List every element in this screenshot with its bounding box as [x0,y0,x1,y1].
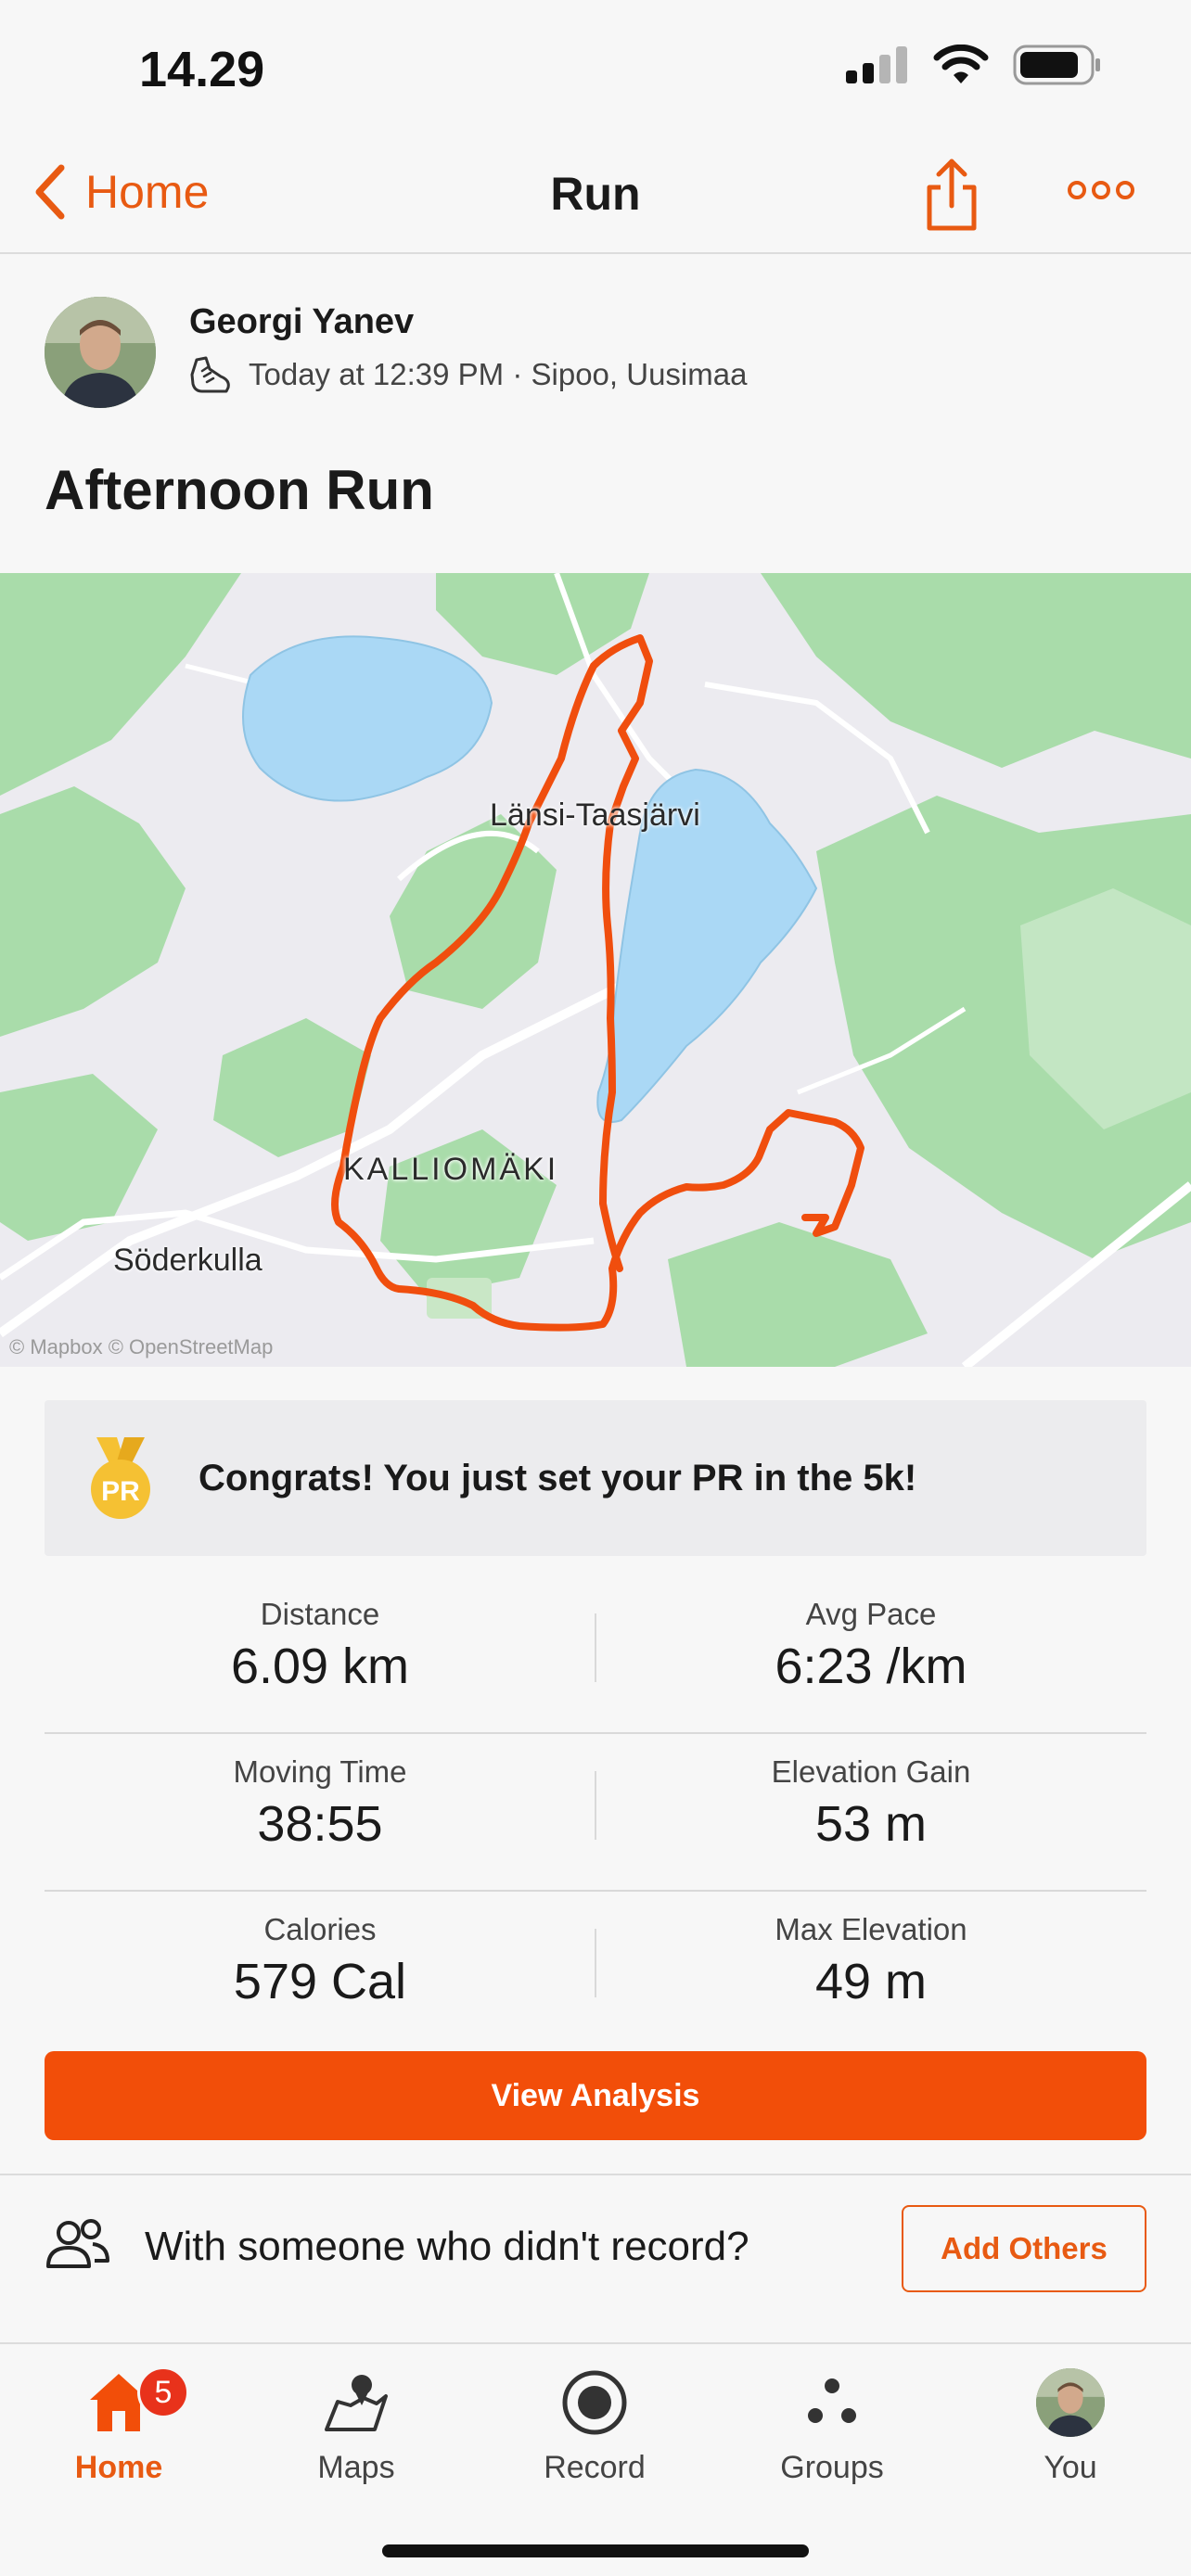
stat-row: Distance 6.09 km Avg Pace 6:23 /km [45,1576,1146,1734]
activity-meta: Today at 12:39 PM · Sipoo, Uusimaa [189,356,747,393]
map-label-lake: Länsi-Taasjärvi [490,797,700,833]
record-icon [562,2370,627,2435]
pr-medal-text: PR [101,1476,140,1507]
tab-maps[interactable]: Maps [237,2363,475,2486]
more-icon [1068,181,1134,199]
stat-value: 53 m [814,1796,928,1852]
view-analysis-button[interactable]: View Analysis [45,2051,1146,2140]
stat-moving-time: Moving Time 38:55 [45,1754,596,1853]
tab-home[interactable]: 5 Home [0,2363,237,2486]
tab-label: Home [74,2450,163,2485]
tab-label: You [1044,2450,1097,2485]
stat-label: Elevation Gain [771,1754,971,1789]
stat-label: Max Elevation [775,1912,967,1946]
stat-value: 579 Cal [233,1954,407,2009]
cellular-signal-icon [846,46,907,83]
notification-badge: 5 [137,2366,189,2418]
navigation-bar: Home Run [0,139,1191,254]
stat-elevation-gain: Elevation Gain 53 m [596,1754,1146,1853]
groups-icon [808,2378,856,2423]
stat-value: 38:55 [257,1796,383,1852]
share-button[interactable] [922,156,981,238]
tab-groups[interactable]: Groups [713,2363,951,2486]
pr-banner[interactable]: PR Congrats! You just set your PR in the… [45,1400,1146,1556]
add-others-row: With someone who didn't record? Add Othe… [0,2175,1191,2316]
tab-label: Record [544,2450,646,2485]
stat-value: 6.09 km [230,1639,410,1694]
status-time: 14.29 [139,42,265,97]
home-indicator [382,2544,809,2557]
tab-label: Maps [317,2450,395,2485]
tab-bar: 5 Home Maps Record Groups You [0,2342,1191,2576]
stat-distance: Distance 6.09 km [45,1597,596,1695]
page-title: Run [550,168,641,220]
share-icon [927,159,977,231]
map-attribution[interactable]: © Mapbox © OpenStreetMap [9,1335,273,1359]
stat-label: Moving Time [233,1754,407,1789]
stat-label: Distance [260,1597,380,1631]
map-label-town: Söderkulla [113,1243,263,1278]
avatar-photo [45,297,156,408]
athlete-name[interactable]: Georgi Yanev [189,302,414,342]
avatar [1036,2368,1105,2437]
map-label-district: KALLIOMÄKI [343,1152,559,1187]
stat-value: 49 m [814,1954,928,2009]
tab-you[interactable]: You [952,2363,1189,2486]
route-map[interactable]: Länsi-Taasjärvi KALLIOMÄKI Söderkulla © … [0,573,1191,1367]
avatar-photo [1036,2368,1105,2437]
status-icons [846,45,1102,85]
add-others-button[interactable]: Add Others [902,2205,1146,2292]
stat-max-elevation: Max Elevation 49 m [596,1912,1146,2010]
add-others-prompt: With someone who didn't record? [145,2224,749,2269]
stat-avg-pace: Avg Pace 6:23 /km [596,1597,1146,1695]
stat-label: Calories [263,1912,377,1946]
pr-medal-icon: PR [91,1437,150,1519]
more-options-button[interactable] [1067,178,1135,207]
pr-message: Congrats! You just set your PR in the 5k… [198,1457,917,1498]
stat-row: Calories 579 Cal Max Elevation 49 m [45,1892,1146,2049]
activity-stats: Distance 6.09 km Avg Pace 6:23 /km Movin… [45,1576,1146,2049]
stat-value: 6:23 /km [775,1639,967,1694]
wifi-icon [933,45,989,83]
stat-calories: Calories 579 Cal [45,1912,596,2010]
stat-label: Avg Pace [805,1597,937,1631]
maps-icon [325,2375,388,2431]
shoe-icon [190,356,230,393]
activity-title: Afternoon Run [45,459,434,521]
stat-row: Moving Time 38:55 Elevation Gain 53 m [45,1734,1146,1892]
athlete-avatar[interactable] [45,297,156,408]
battery-icon [1013,45,1100,85]
tab-label: Groups [780,2450,884,2485]
tab-record[interactable]: Record [476,2363,713,2486]
activity-date-location: Today at 12:39 PM · Sipoo, Uusimaa [249,357,748,391]
status-bar: 14.29 [0,0,1191,139]
people-icon [46,2219,109,2268]
